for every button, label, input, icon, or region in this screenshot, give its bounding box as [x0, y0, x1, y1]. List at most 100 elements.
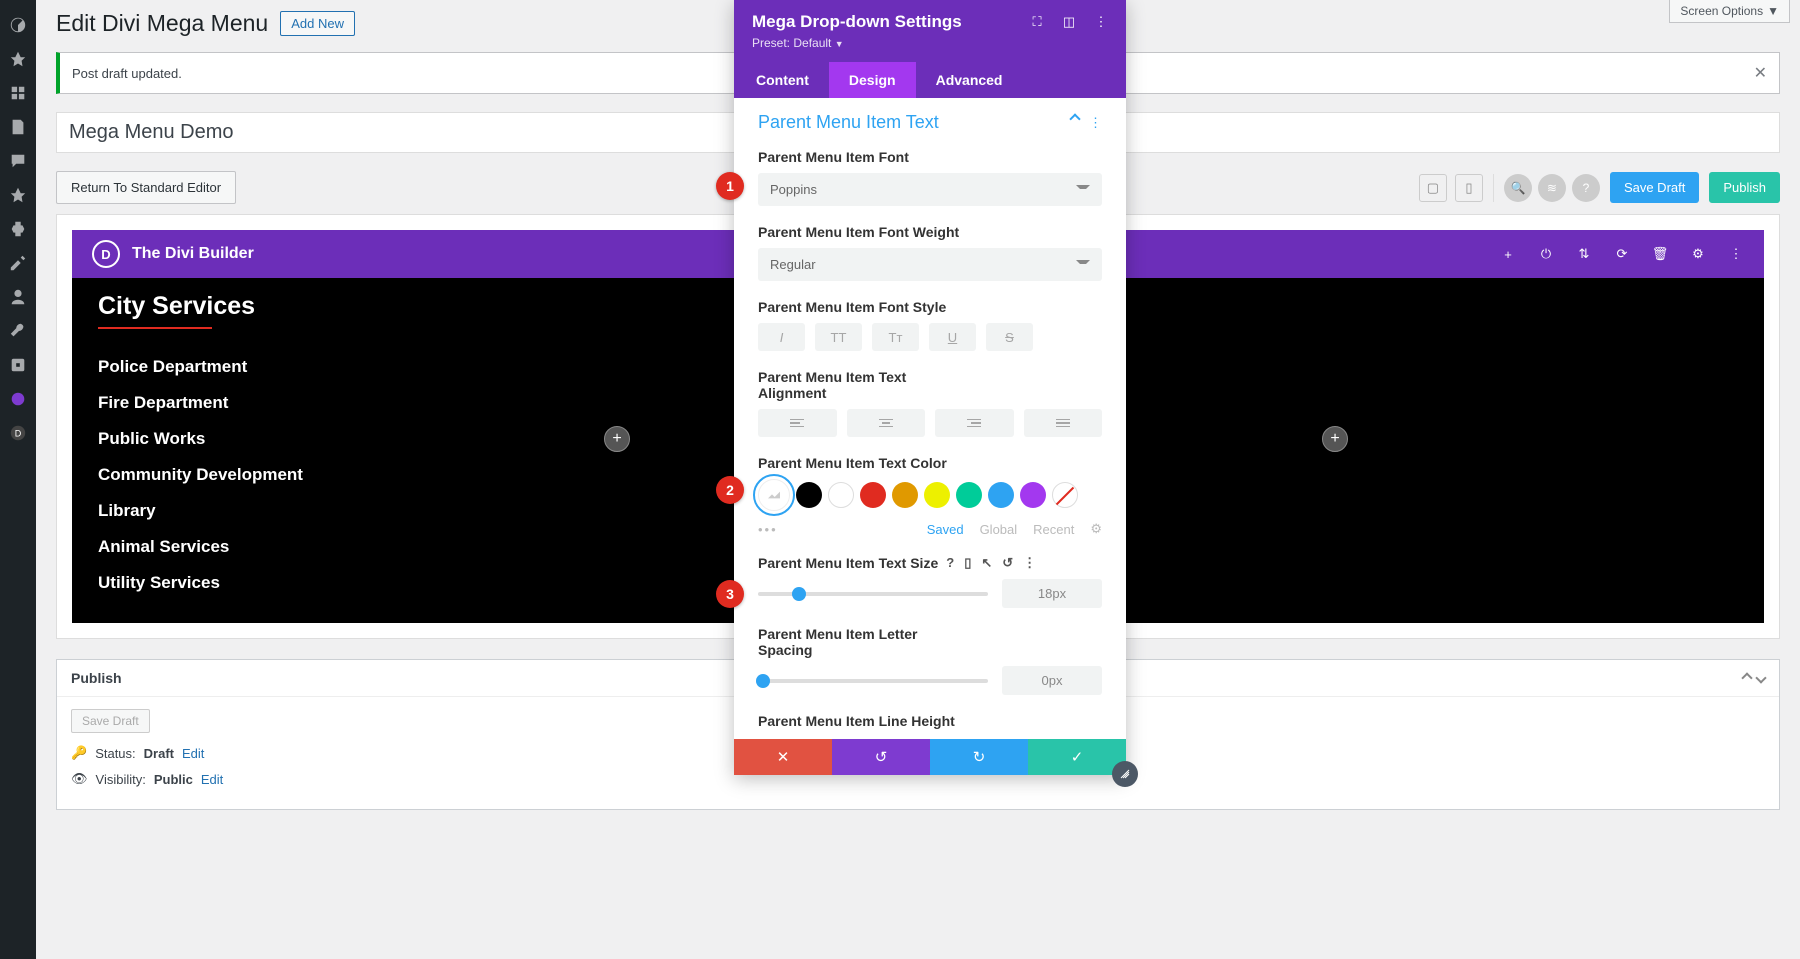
- size-slider[interactable]: [758, 592, 988, 596]
- device-phone-icon[interactable]: ▯: [1455, 174, 1483, 202]
- section-collapse-icon[interactable]: [1069, 113, 1080, 124]
- align-justify-button[interactable]: [1024, 409, 1103, 437]
- add-column-right-icon[interactable]: +: [1322, 426, 1348, 452]
- visibility-edit-link[interactable]: Edit: [201, 772, 223, 787]
- color-swatch-yellow[interactable]: [924, 482, 950, 508]
- size-more-icon[interactable]: ⋮: [1023, 555, 1036, 571]
- palette-tab-saved[interactable]: Saved: [927, 522, 964, 537]
- help-icon[interactable]: ?: [1572, 174, 1600, 202]
- sidebar-pages[interactable]: [0, 110, 36, 144]
- panel-redo-button[interactable]: ↻: [930, 739, 1028, 775]
- trash-icon[interactable]: 🗑: [1652, 246, 1668, 262]
- return-standard-editor-button[interactable]: Return To Standard Editor: [56, 171, 236, 204]
- more-icon[interactable]: ⋮: [1728, 246, 1744, 262]
- size-input[interactable]: [1002, 579, 1102, 608]
- resize-handle-icon[interactable]: [1112, 761, 1138, 787]
- device-tablet-icon[interactable]: ▢: [1419, 174, 1447, 202]
- publish-button[interactable]: Publish: [1709, 172, 1780, 203]
- panel-more-icon[interactable]: ⋮: [1094, 15, 1108, 29]
- chevron-down-icon: ▼: [1767, 4, 1779, 18]
- status-edit-link[interactable]: Edit: [182, 746, 204, 761]
- font-label: Parent Menu Item Font: [758, 149, 1102, 165]
- palette-tab-recent[interactable]: Recent: [1033, 522, 1074, 537]
- sidebar-plugin[interactable]: [0, 212, 36, 246]
- add-column-left-icon[interactable]: +: [604, 426, 630, 452]
- align-right-button[interactable]: [935, 409, 1014, 437]
- panel-undo-button[interactable]: ↺: [832, 739, 930, 775]
- sidebar-settings[interactable]: [0, 348, 36, 382]
- add-module-icon[interactable]: +: [1500, 246, 1516, 262]
- align-center-button[interactable]: [847, 409, 926, 437]
- metabox-up-icon[interactable]: [1741, 672, 1752, 683]
- sort-icon[interactable]: ⇅: [1576, 246, 1592, 262]
- section-more-icon[interactable]: ⋮: [1089, 115, 1102, 131]
- color-swatch-orange[interactable]: [892, 482, 918, 508]
- expand-icon[interactable]: ⛶: [1030, 15, 1044, 29]
- preset-label[interactable]: Preset: Default: [752, 36, 831, 50]
- layers-icon[interactable]: ≋: [1538, 174, 1566, 202]
- palette-tab-global[interactable]: Global: [980, 522, 1018, 537]
- color-swatch-white[interactable]: [828, 482, 854, 508]
- underline-button[interactable]: U: [929, 323, 976, 351]
- spacing-label: Parent Menu Item Letter Spacing: [758, 626, 928, 658]
- italic-button[interactable]: I: [758, 323, 805, 351]
- gear-icon[interactable]: ⚙: [1690, 246, 1706, 262]
- color-swatch-custom[interactable]: [758, 479, 790, 511]
- save-draft-button[interactable]: Save Draft: [1610, 172, 1699, 203]
- panel-cancel-button[interactable]: ✕: [734, 739, 832, 775]
- sidebar-divi-d[interactable]: D: [0, 416, 36, 450]
- smallcaps-button[interactable]: Tᴛ: [872, 323, 919, 351]
- palette-more-icon[interactable]: •••: [758, 522, 778, 537]
- metabox-title: Publish: [71, 670, 122, 686]
- spacing-input[interactable]: [1002, 666, 1102, 695]
- section-title[interactable]: Parent Menu Item Text: [758, 112, 939, 133]
- color-swatch-black[interactable]: [796, 482, 822, 508]
- notice-dismiss-icon[interactable]: ✕: [1754, 63, 1767, 83]
- sidebar-tools[interactable]: [0, 314, 36, 348]
- add-new-button[interactable]: Add New: [280, 11, 355, 36]
- color-swatch-none[interactable]: [1052, 482, 1078, 508]
- color-swatch-blue[interactable]: [988, 482, 1014, 508]
- notice-text: Post draft updated.: [72, 66, 182, 81]
- tab-content[interactable]: Content: [734, 62, 829, 98]
- color-swatch-purple[interactable]: [1020, 482, 1046, 508]
- annotation-3: 3: [716, 580, 744, 608]
- sidebar-appearance[interactable]: [0, 246, 36, 280]
- sidebar-pin[interactable]: [0, 42, 36, 76]
- sidebar-media[interactable]: [0, 76, 36, 110]
- tab-advanced[interactable]: Advanced: [916, 62, 1023, 98]
- sidebar-dashboard[interactable]: [0, 8, 36, 42]
- annotation-1: 1: [716, 172, 744, 200]
- metabox-down-icon[interactable]: [1755, 672, 1766, 683]
- sidebar-divi[interactable]: [0, 382, 36, 416]
- weight-label: Parent Menu Item Font Weight: [758, 224, 1102, 240]
- screen-options-label: Screen Options: [1680, 4, 1763, 18]
- align-left-button[interactable]: [758, 409, 837, 437]
- snap-icon[interactable]: ◫: [1062, 15, 1076, 29]
- weight-select[interactable]: Regular: [758, 248, 1102, 281]
- screen-options-toggle[interactable]: Screen Options ▼: [1669, 0, 1790, 23]
- font-select[interactable]: Poppins: [758, 173, 1102, 206]
- size-responsive-icon[interactable]: ▯: [964, 555, 971, 571]
- key-icon: 🔑: [71, 745, 87, 761]
- line-height-label: Parent Menu Item Line Height: [758, 713, 1102, 729]
- metabox-save-draft-button[interactable]: Save Draft: [71, 709, 150, 733]
- uppercase-button[interactable]: TT: [815, 323, 862, 351]
- strikethrough-button[interactable]: S: [986, 323, 1033, 351]
- style-label: Parent Menu Item Font Style: [758, 299, 1102, 315]
- spacing-slider[interactable]: [758, 679, 988, 683]
- color-swatch-red[interactable]: [860, 482, 886, 508]
- search-icon[interactable]: 🔍: [1504, 174, 1532, 202]
- power-icon[interactable]: ⏻: [1538, 246, 1554, 262]
- sidebar-comments[interactable]: [0, 144, 36, 178]
- size-reset-icon[interactable]: ↺: [1002, 555, 1013, 571]
- panel-save-button[interactable]: ✓: [1028, 739, 1126, 775]
- sidebar-pin2[interactable]: [0, 178, 36, 212]
- history-icon[interactable]: ⟳: [1614, 246, 1630, 262]
- size-hover-icon[interactable]: ↖: [981, 555, 992, 571]
- size-help-icon[interactable]: ?: [946, 555, 954, 571]
- sidebar-users[interactable]: [0, 280, 36, 314]
- tab-design[interactable]: Design: [829, 62, 916, 98]
- color-swatch-teal[interactable]: [956, 482, 982, 508]
- palette-settings-icon[interactable]: ⚙: [1090, 521, 1102, 537]
